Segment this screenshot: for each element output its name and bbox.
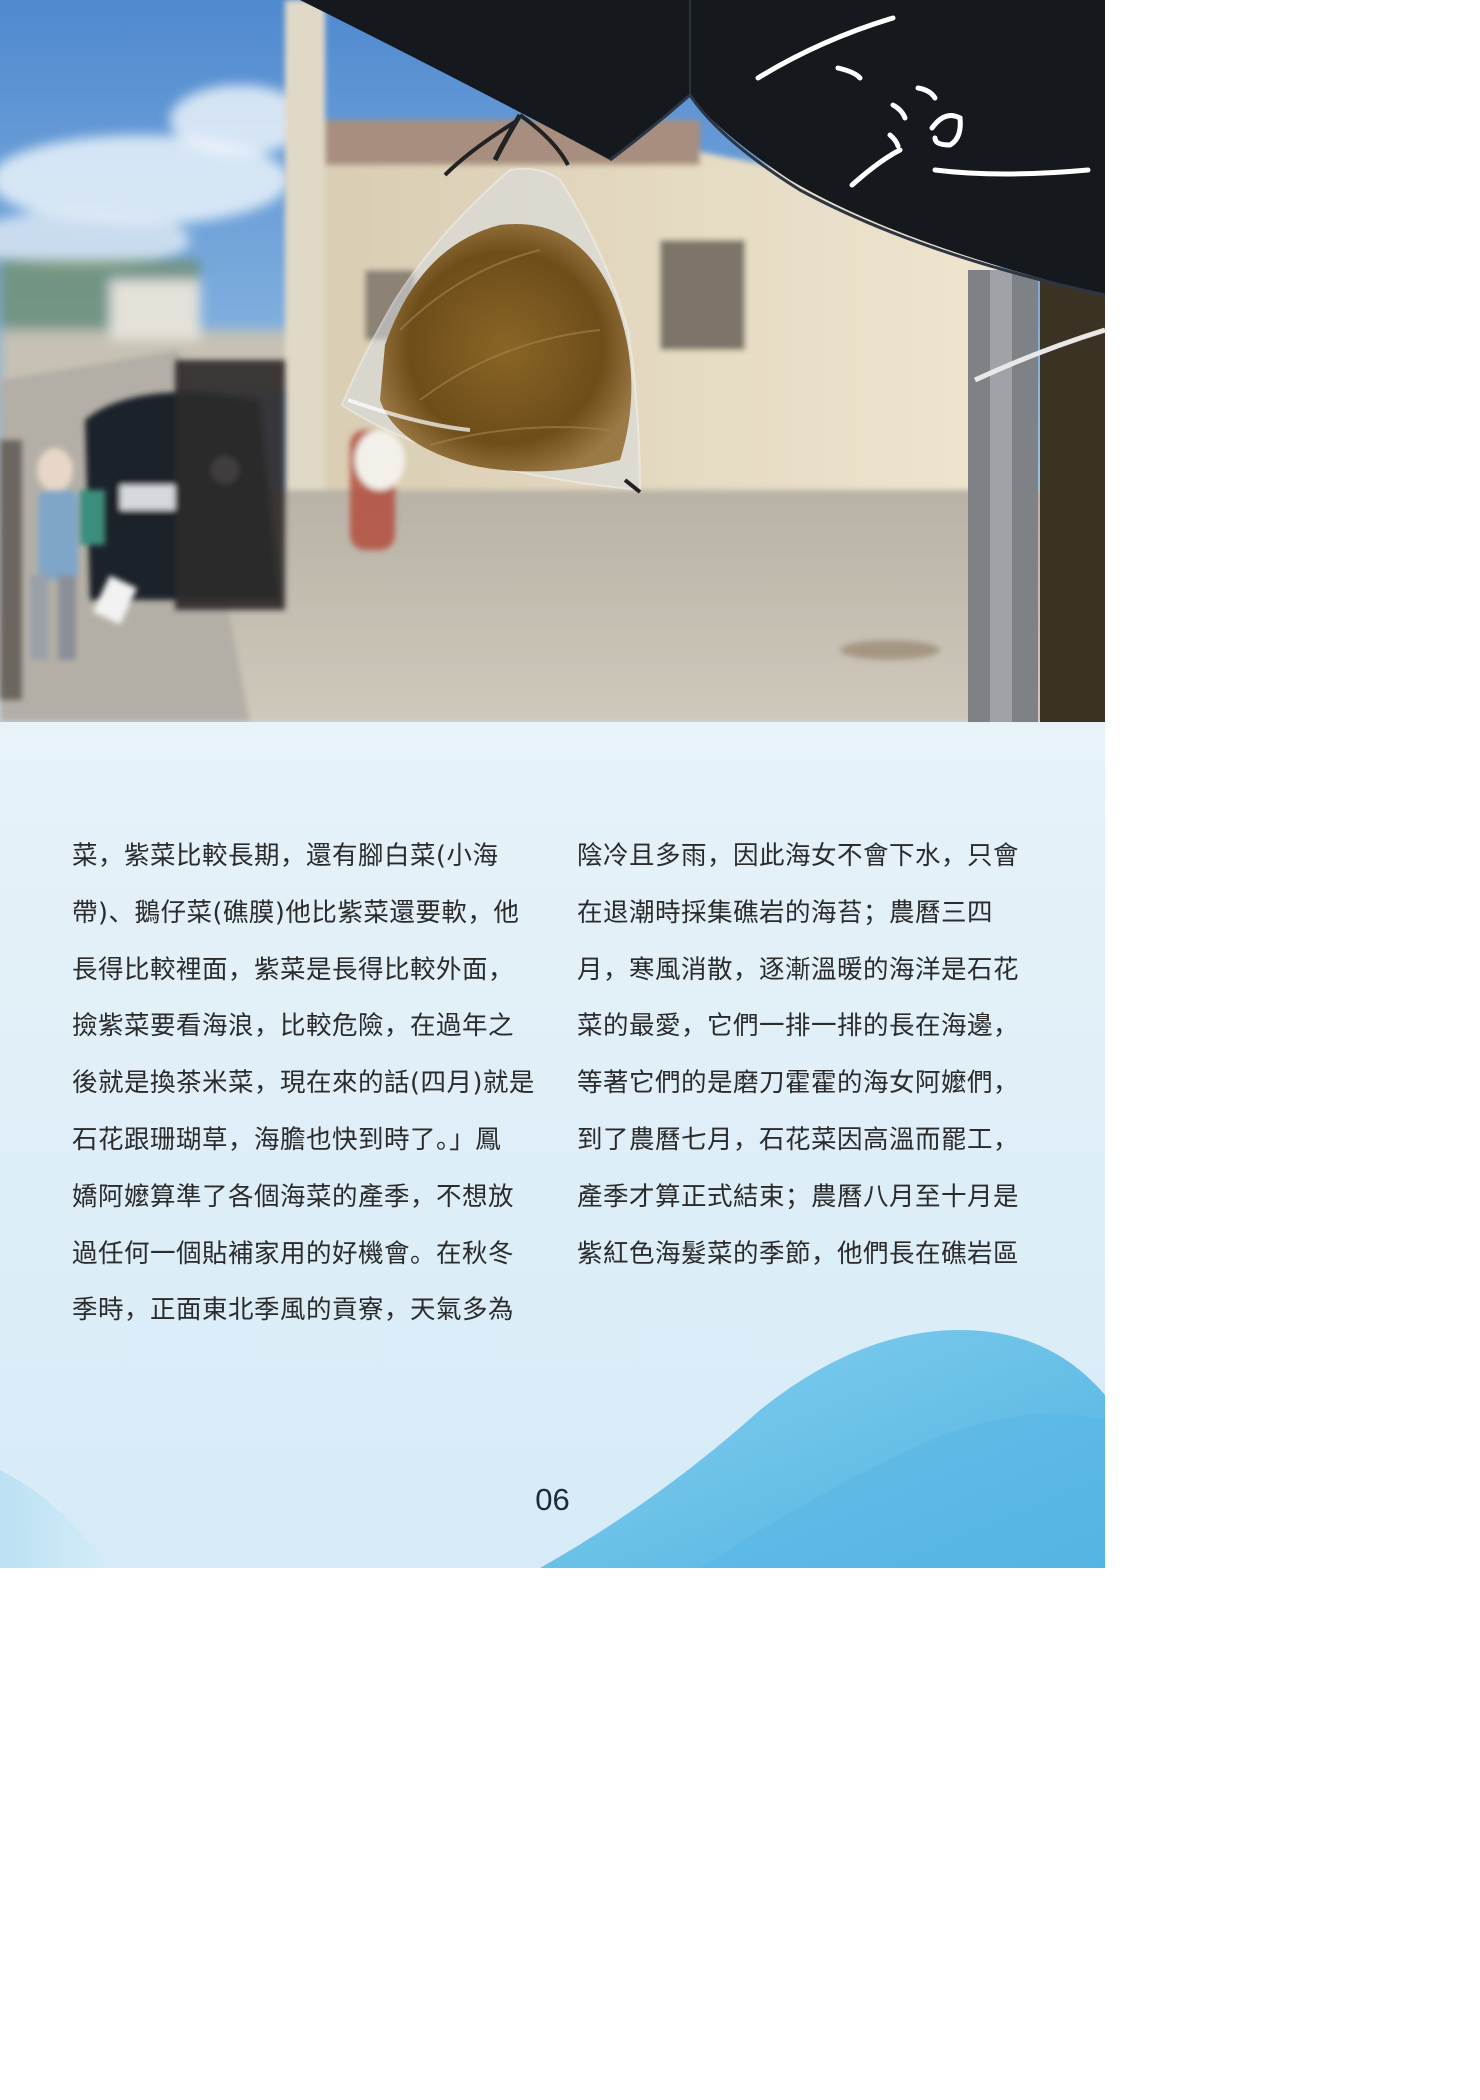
decorative-waves [0,1300,1105,1568]
text-line: 菜，紫菜比較長期，還有腳白菜(小海 [72,841,499,871]
text-line: 在退潮時採集礁岩的海苔；農曆三四 [577,897,994,928]
text-line: 陰冷且多雨，因此海女不會下水，只會 [577,841,1020,871]
text-line: 到了農曆七月，石花菜因高溫而罷工， [577,1124,1020,1155]
text-line: 撿紫菜要看海浪，比較危險，在過年之 [72,1011,515,1042]
text-line: 月，寒風消散，逐漸溫暖的海洋是石花 [577,954,1020,985]
pole [968,270,1105,722]
text-line: 嬌阿嬤算準了各個海菜的產季，不想放 [72,1181,515,1212]
magazine-page: 菜，紫菜比較長期，還有腳白菜(小海 帶)、鵝仔菜(礁膜)他比紫菜還要軟，他 長得… [0,0,1105,1568]
text-line: 紫紅色海髮菜的季節，他們長在礁岩區 [577,1238,1020,1269]
text-line: 石花跟珊瑚草，海膽也快到時了。」鳳 [72,1124,502,1155]
page-number: 06 [535,1482,570,1517]
text-line: 過任何一個貼補家用的好機會。在秋冬 [72,1238,515,1269]
text-line: 產季才算正式結束；農曆八月至十月是 [577,1181,1020,1212]
text-line: 等著它們的是磨刀霍霍的海女阿嬤們， [577,1068,1020,1099]
text-column-left: 菜，紫菜比較長期，還有腳白菜(小海 帶)、鵝仔菜(礁膜)他比紫菜還要軟，他 長得… [72,828,552,1339]
text-line: 長得比較裡面，紫菜是長得比較外面， [72,954,515,985]
text-column-right: 陰冷且多雨，因此海女不會下水，只會 在退潮時採集礁岩的海苔；農曆三四 月，寒風消… [577,828,1057,1282]
text-line: 後就是換茶米菜，現在來的話(四月)就是 [72,1068,535,1099]
hero-photo [0,0,1105,722]
text-line: 菜的最愛，它們一排一排的長在海邊， [577,1011,1020,1042]
text-line: 帶)、鵝仔菜(礁膜)他比紫菜還要軟，他 [72,897,520,928]
